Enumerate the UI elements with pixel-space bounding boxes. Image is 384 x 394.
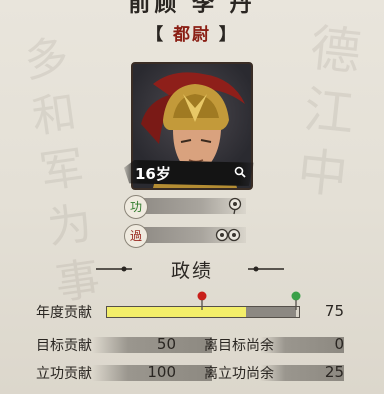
contribution-progress-done [246,307,296,317]
remaining-to-target-row: 离目标尚余 0 [204,335,344,355]
title-ornament-right [248,266,284,272]
magnify-icon[interactable] [234,166,246,178]
target-contribution-value: 50 [156,335,176,353]
fault-bar[interactable]: 過 [124,224,246,248]
annual-contribution-value: 75 [324,302,344,320]
remaining-to-target-value: 0 [334,335,344,353]
target-marker-icon [197,291,207,310]
annual-contribution-label: 年度贡献 [36,305,92,321]
remaining-to-merit-value: 25 [324,363,344,381]
fault-token-icon[interactable] [214,226,242,244]
background-calligraphy-right: 德江中 [294,18,364,206]
fault-badge: 過 [124,224,148,248]
target-contribution-row: 目标贡献 50 [36,335,212,355]
age-text: 16岁 [135,165,171,183]
remaining-to-merit-row: 离立功尚余 25 [204,363,344,383]
rank-text: 都尉 [173,25,211,45]
section-title: 政绩 [170,260,213,282]
remaining-to-target-label: 离目标尚余 [204,338,274,354]
remaining-to-merit-label: 离立功尚余 [204,366,274,382]
rank-title: 【 都尉 】 [146,25,238,45]
merit-goal-marker-icon [291,291,301,310]
target-contribution-label: 目标贡献 [36,338,92,354]
merit-badge: 功 [124,195,148,219]
contribution-progress-fill [107,307,246,317]
general-name: 前顾 李 丹 [0,0,384,18]
merit-bar[interactable]: 功 [124,195,246,219]
merit-contribution-row: 立功贡献 100 [36,363,212,383]
merit-contribution-value: 100 [147,363,176,381]
general-name-text: 前顾 李 丹 [128,0,256,17]
merit-token-icon[interactable] [228,197,242,215]
merit-contribution-label: 立功贡献 [36,366,92,382]
